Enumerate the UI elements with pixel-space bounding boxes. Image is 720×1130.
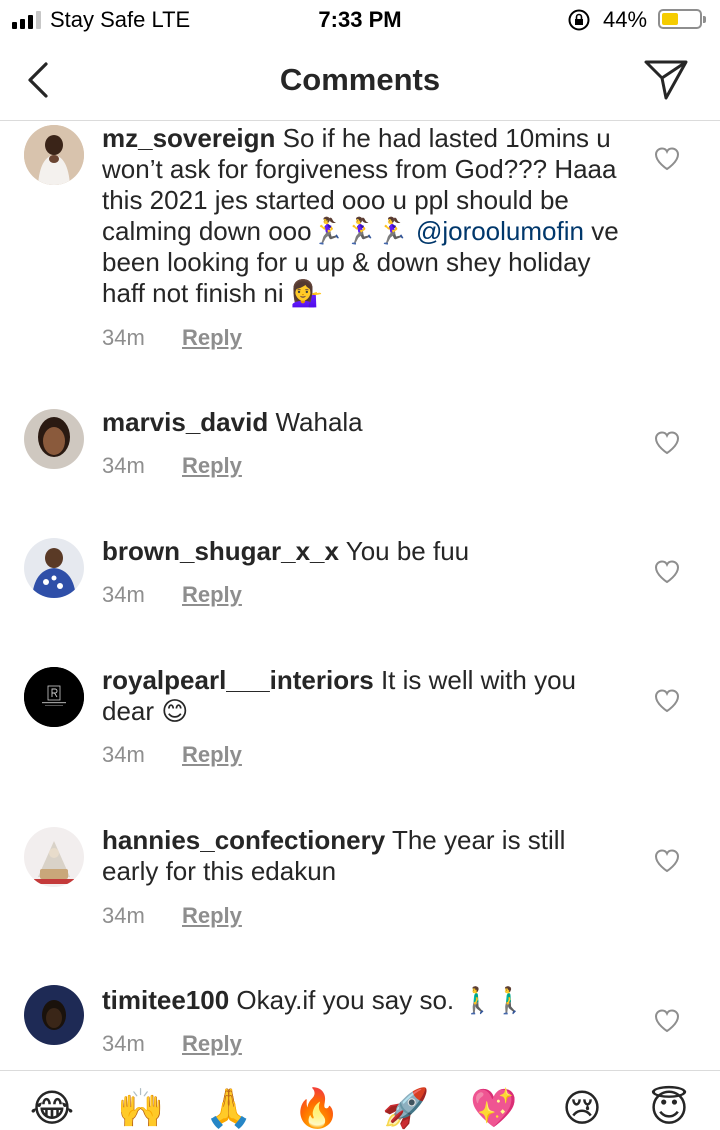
avatar-image xyxy=(24,827,84,887)
avatar[interactable] xyxy=(24,667,84,727)
direct-send-icon[interactable] xyxy=(642,56,690,102)
comment-meta: 34m Reply xyxy=(102,582,242,608)
comment-timestamp: 34m xyxy=(102,325,145,350)
emoji-face-with-tears-of-joy[interactable]: 😂 xyxy=(27,1089,77,1129)
avatar[interactable] xyxy=(24,409,84,469)
emoji-crying-face[interactable]: 😢 xyxy=(557,1089,607,1129)
like-heart-icon[interactable] xyxy=(654,849,680,873)
avatar-image xyxy=(24,409,84,469)
comment-timestamp: 34m xyxy=(102,582,145,607)
comment-username[interactable]: hannies_confectionery xyxy=(102,825,385,855)
comment-meta: 34m Reply xyxy=(102,453,242,479)
comment-timestamp: 34m xyxy=(102,453,145,478)
battery-level xyxy=(662,13,678,25)
comment-text: You be fuu xyxy=(345,536,470,566)
comment-text: Okay.if you say so. 🚶‍♂️🚶‍♂️ xyxy=(236,985,527,1015)
avatar[interactable] xyxy=(24,985,84,1045)
emoji-rocket[interactable]: 🚀 xyxy=(381,1089,431,1129)
reply-button[interactable]: Reply xyxy=(182,453,242,479)
comment-meta: 34m Reply xyxy=(102,325,242,351)
comment-meta: 34m Reply xyxy=(102,742,242,768)
reply-button[interactable]: Reply xyxy=(182,1031,242,1057)
comment-username[interactable]: mz_sovereign xyxy=(102,123,275,153)
comment-timestamp: 34m xyxy=(102,903,145,928)
reply-button[interactable]: Reply xyxy=(182,325,242,351)
comment-username[interactable]: marvis_david xyxy=(102,407,268,437)
avatar-image xyxy=(24,985,84,1045)
battery-percent: 44% xyxy=(603,7,648,32)
reply-button[interactable]: Reply xyxy=(182,742,242,768)
navigation-bar: Comments xyxy=(0,40,720,121)
like-heart-icon[interactable] xyxy=(654,147,680,171)
royalpearl-logo xyxy=(24,667,84,727)
avatar[interactable] xyxy=(24,538,84,598)
comment-username[interactable]: royalpearl___interiors xyxy=(102,665,374,695)
comment-username[interactable]: timitee100 xyxy=(102,985,229,1015)
reply-button[interactable]: Reply xyxy=(182,903,242,929)
comment-body: royalpearl___interiors It is well with y… xyxy=(102,665,622,727)
comment-body: brown_shugar_x_x You be fuu xyxy=(102,536,622,567)
battery-icon xyxy=(658,9,706,29)
emoji-smiling-face-with-halo[interactable]: 😇 xyxy=(644,1089,694,1129)
comment-timestamp: 34m xyxy=(102,742,145,767)
avatar[interactable] xyxy=(24,125,84,185)
comment-body: marvis_david Wahala xyxy=(102,407,622,438)
avatar-image xyxy=(24,125,84,185)
page-title: Comments xyxy=(279,62,441,97)
comment-timestamp: 34m xyxy=(102,1031,145,1056)
avatar-image xyxy=(24,538,84,598)
comment-body: hannies_confectionery The year is still … xyxy=(102,825,622,887)
comment-mention[interactable]: @joroolumofin xyxy=(416,216,584,246)
status-bar: Stay Safe LTE 7:33 PM 44% xyxy=(0,0,720,40)
quick-emoji-bar: 😂 🙌 🙏 🔥 🚀 💖 😢 😇 xyxy=(0,1070,720,1129)
avatar[interactable] xyxy=(24,827,84,887)
comment-body: timitee100 Okay.if you say so. 🚶‍♂️🚶‍♂️ xyxy=(102,985,622,1016)
like-heart-icon[interactable] xyxy=(654,1009,680,1033)
emoji-fire[interactable]: 🔥 xyxy=(292,1089,342,1129)
comment-meta: 34m Reply xyxy=(102,1031,242,1057)
comment-body: mz_sovereign So if he had lasted 10mins … xyxy=(102,123,622,309)
comment-username[interactable]: brown_shugar_x_x xyxy=(102,536,339,566)
comment-text: Wahala xyxy=(275,407,363,437)
rotation-lock-icon xyxy=(568,9,590,31)
like-heart-icon[interactable] xyxy=(654,431,680,455)
comment-meta: 34m Reply xyxy=(102,903,242,929)
emoji-sparkling-heart[interactable]: 💖 xyxy=(469,1089,519,1129)
reply-button[interactable]: Reply xyxy=(182,582,242,608)
like-heart-icon[interactable] xyxy=(654,689,680,713)
emoji-folded-hands[interactable]: 🙏 xyxy=(204,1089,254,1129)
emoji-raising-hands[interactable]: 🙌 xyxy=(116,1089,166,1129)
like-heart-icon[interactable] xyxy=(654,560,680,584)
